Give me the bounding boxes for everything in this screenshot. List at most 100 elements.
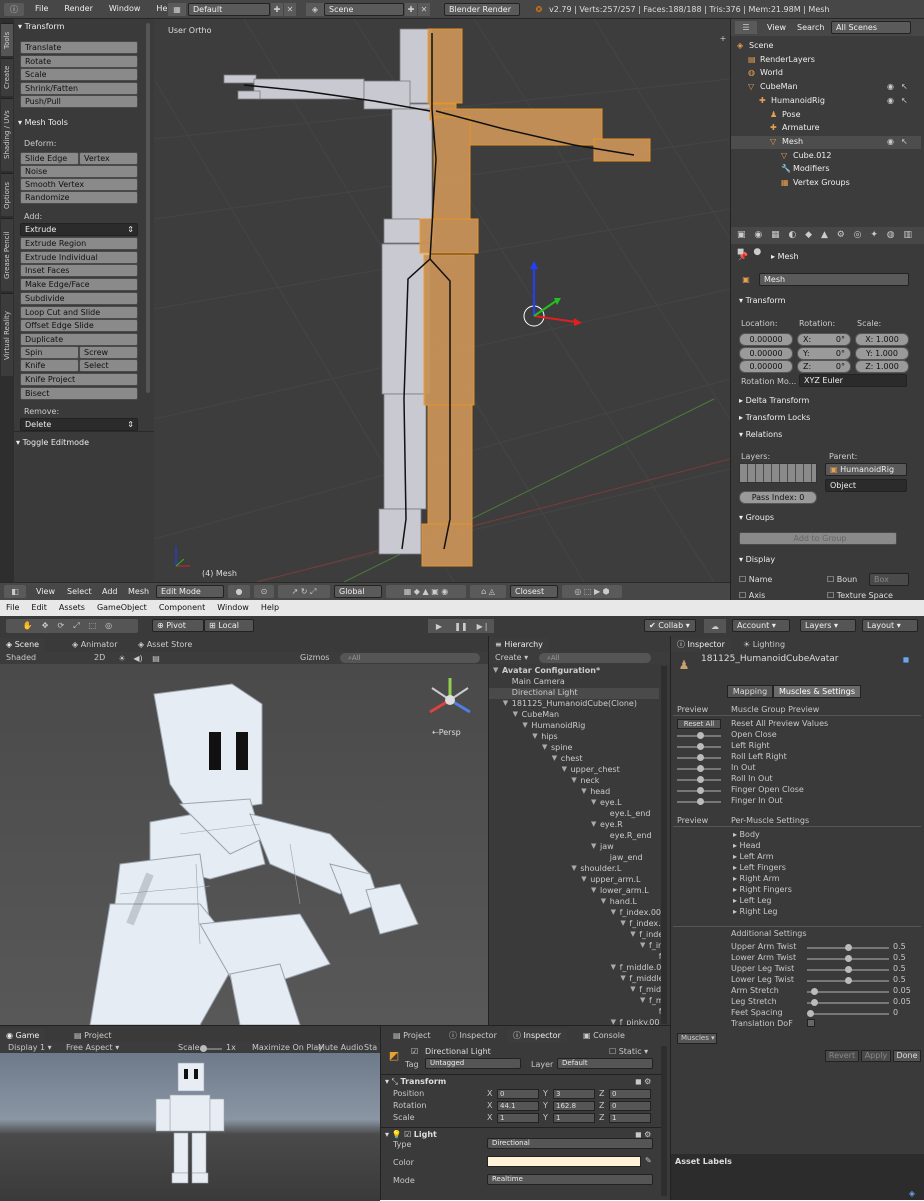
- make-edge-face-button[interactable]: Make Edge/Face: [20, 278, 138, 292]
- expand-triangle-icon[interactable]: ▼: [591, 820, 596, 828]
- muscles-dropdown[interactable]: Muscles ▾: [677, 1033, 717, 1044]
- scene-light-icon[interactable]: ☀: [116, 652, 128, 664]
- expand-triangle-icon[interactable]: ▼: [620, 919, 625, 927]
- location-field[interactable]: 0.00000: [739, 360, 793, 373]
- layer-dropdown[interactable]: Default: [557, 1058, 653, 1069]
- hierarchy-row[interactable]: ▼ 181125_HumanoidCube(Clone): [489, 699, 659, 710]
- expand-triangle-icon[interactable]: ▼: [591, 842, 596, 850]
- setting-slider-arm-stretch[interactable]: [807, 988, 889, 995]
- muscle-group-right-leg[interactable]: ▸ Right Leg: [733, 907, 777, 917]
- light-mode-dropdown[interactable]: Realtime: [487, 1174, 653, 1185]
- muscle-group-left-arm[interactable]: ▸ Left Arm: [733, 852, 774, 862]
- expand-triangle-icon[interactable]: ▼: [571, 864, 576, 872]
- slider-knob[interactable]: [697, 798, 704, 805]
- rotation-field[interactable]: Y: 0°: [797, 346, 851, 360]
- muscles-settings-tab[interactable]: Muscles & Settings: [773, 685, 861, 698]
- expand-triangle-icon[interactable]: ▼: [591, 886, 596, 894]
- unity-menu-file[interactable]: File: [6, 603, 19, 612]
- expand-triangle-icon[interactable]: ▼: [640, 941, 645, 949]
- hierarchy-row[interactable]: ▼ lower_arm.L: [489, 886, 659, 897]
- muscle-group-left-leg[interactable]: ▸ Left Leg: [733, 896, 771, 906]
- toggle-editmode-panel[interactable]: ▾ Toggle Editmode: [14, 431, 154, 582]
- rotate-button[interactable]: Rotate: [20, 54, 138, 68]
- visibility-eye-icon[interactable]: ◉: [887, 82, 894, 91]
- color-picker-icon[interactable]: ✎: [645, 1156, 652, 1166]
- expand-triangle-icon[interactable]: ▼: [640, 996, 645, 1004]
- display-dropdown[interactable]: Display 1 ▾: [8, 1043, 52, 1053]
- name-checkbox[interactable]: ☐ Name: [739, 575, 772, 585]
- menu-select[interactable]: Select: [67, 587, 92, 597]
- layers-dropdown[interactable]: Layers ▾: [800, 619, 856, 632]
- axis-checkbox[interactable]: ☐ Axis: [739, 591, 765, 600]
- light-color-swatch[interactable]: [487, 1156, 641, 1167]
- outliner-row-cubeman[interactable]: ▽ CubeMan ◉ ↖: [731, 81, 921, 94]
- expand-triangle-icon[interactable]: ▼: [611, 908, 616, 916]
- scene-audio-icon[interactable]: ◀): [132, 652, 144, 664]
- delete-dropdown[interactable]: Delete ⇕: [20, 418, 138, 431]
- translation-dof-checkbox[interactable]: [807, 1019, 815, 1027]
- extrude-individual-button[interactable]: Extrude Individual: [20, 250, 138, 264]
- hierarchy-row[interactable]: ▼ CubeMan: [489, 710, 659, 721]
- stats-toggle[interactable]: Sta: [364, 1043, 377, 1053]
- hierarchy-row[interactable]: Main Camera: [489, 677, 659, 688]
- extrude-dropdown[interactable]: Extrude ⇕: [20, 223, 138, 236]
- layout-icon[interactable]: ▦: [168, 3, 186, 16]
- knife-button[interactable]: Knife: [20, 359, 79, 372]
- setting-slider-leg-stretch[interactable]: [807, 999, 889, 1006]
- expand-triangle-icon[interactable]: ▼: [581, 875, 586, 883]
- viewport-plus-icon[interactable]: +: [718, 33, 728, 43]
- hierarchy-row[interactable]: ▼ f_middle: [489, 974, 663, 985]
- game-tab[interactable]: ◉ Game: [0, 1029, 46, 1043]
- hierarchy-row[interactable]: ▼ hand.L: [489, 897, 659, 908]
- apply-button[interactable]: Apply: [861, 1050, 891, 1062]
- menu-add[interactable]: Add: [102, 587, 118, 597]
- setting-slider-upper-arm-twist[interactable]: [807, 944, 889, 951]
- hierarchy-row[interactable]: ▼ f_inde: [489, 930, 663, 941]
- done-button[interactable]: Done: [893, 1050, 921, 1062]
- outliner-row-world[interactable]: ◍ World: [731, 67, 921, 80]
- unity-menu-component[interactable]: Component: [159, 603, 205, 612]
- muscle-group-right-fingers[interactable]: ▸ Right Fingers: [733, 885, 792, 895]
- hierarchy-row[interactable]: ▼ neck: [489, 776, 659, 787]
- tag-dropdown[interactable]: Untagged: [425, 1058, 521, 1069]
- menu-view[interactable]: View: [36, 587, 55, 597]
- expand-triangle-icon[interactable]: ▼: [503, 699, 508, 707]
- step-button[interactable]: ▶❘: [472, 619, 494, 633]
- inspector2-tab-inspector-2[interactable]: ⓘ Inspector: [507, 1029, 567, 1043]
- hierarchy-row[interactable]: eye.L_end: [489, 809, 659, 820]
- shading-select[interactable]: ●: [228, 585, 250, 598]
- hierarchy-tab[interactable]: ≡ Hierarchy: [489, 638, 549, 652]
- slider-knob[interactable]: [697, 732, 704, 739]
- scale-field[interactable]: Y: 1.000: [855, 346, 909, 360]
- mapping-tab[interactable]: Mapping: [727, 685, 773, 698]
- subdivide-button[interactable]: Subdivide: [20, 291, 138, 305]
- hierarchy-scrollbar[interactable]: [661, 666, 667, 1024]
- transform-locks-section[interactable]: ▸ Transform Locks: [739, 413, 810, 422]
- aspect-dropdown[interactable]: Free Aspect ▾: [66, 1043, 119, 1053]
- pause-button[interactable]: ❚❚: [450, 619, 472, 633]
- hierarchy-row[interactable]: ▼ f_index.00: [489, 908, 661, 919]
- muscle-group-left-fingers[interactable]: ▸ Left Fingers: [733, 863, 786, 873]
- layout-add-icon[interactable]: ✚: [271, 3, 283, 16]
- editor-type-3d-icon[interactable]: ◧: [4, 585, 26, 598]
- transform-tools[interactable]: ✋✥⟳⤢⬚◎: [6, 619, 138, 633]
- game-project-tab[interactable]: ▤ Project: [68, 1029, 117, 1043]
- setting-slider-upper-leg-twist[interactable]: [807, 966, 889, 973]
- rotation-mode-select[interactable]: XYZ Euler: [799, 374, 907, 387]
- object-name-field[interactable]: Mesh: [759, 273, 909, 286]
- outliner-row-cube-012[interactable]: ▽ Cube.012: [731, 150, 921, 163]
- unity-menu-assets[interactable]: Assets: [59, 603, 85, 612]
- scene-select[interactable]: Scene: [324, 3, 404, 16]
- delta-transform-section[interactable]: ▸ Delta Transform: [739, 396, 809, 405]
- hierarchy-row[interactable]: ▼ chest: [489, 754, 659, 765]
- slider-knob[interactable]: [845, 955, 852, 962]
- hierarchy-search[interactable]: ⌕All: [539, 653, 651, 663]
- preview-slider[interactable]: [677, 732, 721, 739]
- orientation-select[interactable]: Global: [334, 585, 382, 598]
- expand-triangle-icon[interactable]: ▼: [522, 721, 527, 729]
- gizmos-dropdown[interactable]: Gizmos: [300, 653, 329, 663]
- rotation-z-field[interactable]: 0: [609, 1101, 651, 1111]
- groups-section[interactable]: ▾ Groups: [739, 513, 774, 522]
- scene-viewport[interactable]: ⇠Persp: [0, 664, 488, 1025]
- expand-triangle-icon[interactable]: ▼: [513, 710, 518, 718]
